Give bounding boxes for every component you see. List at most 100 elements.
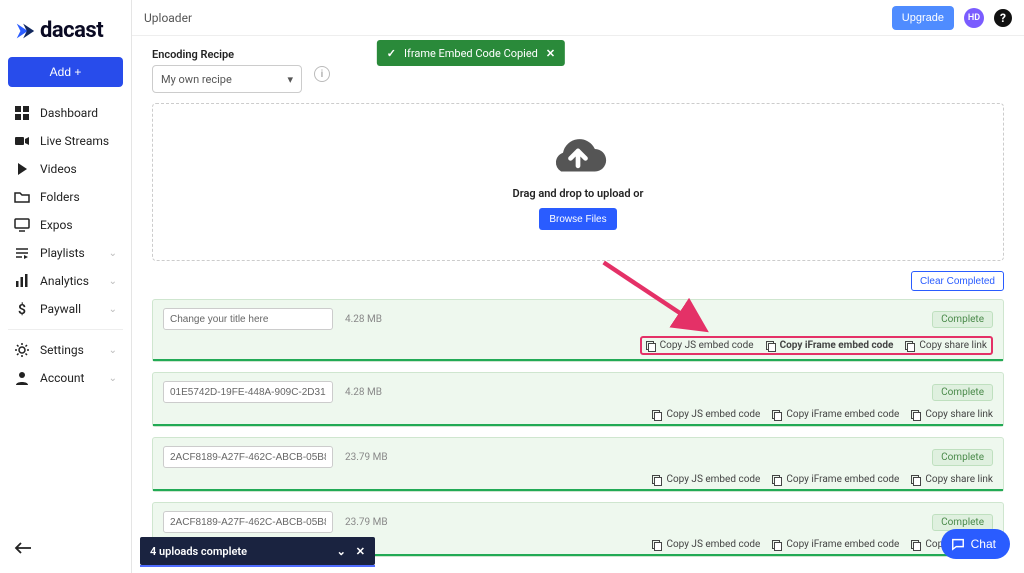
copy-js-embed-link[interactable]: Copy JS embed code [652, 409, 760, 420]
status-badge: Complete [932, 384, 993, 401]
progress-bar [153, 489, 1003, 491]
brand-name: dacast [40, 18, 103, 43]
close-icon[interactable]: ✕ [356, 545, 365, 558]
folder-icon [14, 189, 30, 205]
copy-icon [772, 475, 782, 485]
copy-js-embed-link[interactable]: Copy JS embed code [646, 340, 754, 351]
sidebar-item-label: Dashboard [40, 106, 98, 120]
caret-down-icon: ▾ [287, 73, 293, 86]
page-title: Uploader [144, 11, 192, 25]
sidebar-item-label: Expos [40, 218, 73, 232]
upload-filesize: 4.28 MB [345, 314, 382, 325]
sidebar-item-paywall[interactable]: $ Paywall ⌄ [8, 295, 123, 323]
copy-icon [772, 410, 782, 420]
upload-filesize: 23.79 MB [345, 452, 388, 463]
arrow-left-icon [14, 541, 32, 555]
upload-card: 4.28 MB Complete Copy JS embed code Copy… [152, 372, 1004, 427]
sidebar-item-folders[interactable]: Folders [8, 183, 123, 211]
card-top-row: 4.28 MB Complete [163, 381, 993, 403]
upgrade-button[interactable]: Upgrade [892, 6, 954, 30]
recipe-select[interactable]: My own recipe ▾ [152, 65, 302, 93]
recipe-field: Encoding Recipe My own recipe ▾ [152, 48, 302, 93]
chat-bubble-icon [951, 537, 965, 551]
sidebar-item-livestreams[interactable]: Live Streams [8, 127, 123, 155]
progress-bar [153, 424, 1003, 426]
upload-card: 4.28 MB Complete Copy JS embed code Copy… [152, 299, 1004, 362]
uploads-list: 4.28 MB Complete Copy JS embed code Copy… [152, 299, 1004, 557]
upload-title-input[interactable] [163, 381, 333, 403]
nav-main: Dashboard Live Streams Videos Folders Ex… [8, 99, 123, 323]
chevron-down-icon: ⌄ [109, 276, 117, 287]
recipe-value: My own recipe [161, 73, 232, 86]
status-badge: Complete [932, 514, 993, 531]
app-root: dacast Add + Dashboard Live Streams Vide… [0, 0, 1024, 573]
upload-card: 23.79 MB Complete Copy JS embed code Cop… [152, 437, 1004, 492]
chat-button[interactable]: Chat [941, 529, 1010, 559]
sidebar-item-label: Settings [40, 343, 84, 357]
sidebar-item-label: Videos [40, 162, 77, 176]
sidebar-item-expos[interactable]: Expos [8, 211, 123, 239]
browse-files-button[interactable]: Browse Files [539, 208, 616, 230]
copy-iframe-embed-link[interactable]: Copy iFrame embed code [772, 474, 899, 485]
topbar-right: Upgrade HD ? [892, 6, 1012, 30]
collapse-sidebar-button[interactable] [8, 533, 123, 563]
copy-share-link[interactable]: Copy share link [911, 409, 993, 420]
add-button[interactable]: Add + [8, 57, 123, 87]
toast-message: Iframe Embed Code Copied [404, 47, 538, 60]
copy-icon [652, 540, 662, 550]
upload-filesize: 4.28 MB [345, 387, 382, 398]
sidebar-item-label: Account [40, 371, 84, 385]
cloud-upload-icon [548, 134, 608, 179]
clear-completed-button[interactable]: Clear Completed [911, 271, 1004, 291]
play-icon [14, 161, 30, 177]
chat-label: Chat [971, 537, 996, 551]
annotation-highlight-box: Copy JS embed code Copy iFrame embed cod… [640, 336, 993, 355]
user-icon [14, 370, 30, 386]
check-icon: ✓ [387, 47, 396, 60]
copy-share-link[interactable]: Copy share link [911, 474, 993, 485]
sidebar-item-label: Analytics [40, 274, 89, 288]
content-area: ✓ Iframe Embed Code Copied ✕ Encoding Re… [132, 36, 1024, 573]
sidebar: dacast Add + Dashboard Live Streams Vide… [0, 0, 132, 573]
sidebar-item-dashboard[interactable]: Dashboard [8, 99, 123, 127]
copy-iframe-embed-link[interactable]: Copy iFrame embed code [766, 340, 894, 351]
main-column: Uploader Upgrade HD ? ✓ Iframe Embed Cod… [132, 0, 1024, 573]
help-icon[interactable]: ? [994, 9, 1012, 27]
toast-close-button[interactable]: ✕ [546, 47, 555, 60]
copy-iframe-embed-link[interactable]: Copy iFrame embed code [772, 409, 899, 420]
toast-notification: ✓ Iframe Embed Code Copied ✕ [377, 40, 565, 66]
avatar[interactable]: HD [964, 8, 984, 28]
sidebar-item-settings[interactable]: Settings ⌄ [8, 336, 123, 364]
sidebar-item-analytics[interactable]: Analytics ⌄ [8, 267, 123, 295]
copy-icon [652, 410, 662, 420]
copy-share-link[interactable]: Copy share link [905, 340, 987, 351]
sidebar-item-label: Folders [40, 190, 80, 204]
chevron-down-icon[interactable]: ⌄ [337, 545, 346, 558]
sidebar-item-label: Playlists [40, 246, 85, 260]
monitor-icon [14, 217, 30, 233]
chevron-down-icon: ⌄ [109, 248, 117, 259]
upload-title-input[interactable] [163, 446, 333, 468]
bars-icon [14, 273, 30, 289]
progress-bar [153, 359, 1003, 361]
copy-icon [772, 540, 782, 550]
recipe-label: Encoding Recipe [152, 48, 302, 61]
copy-icon [911, 410, 921, 420]
copy-iframe-embed-link[interactable]: Copy iFrame embed code [772, 539, 899, 550]
card-actions: Copy JS embed code Copy iFrame embed cod… [163, 409, 993, 420]
nav-divider [8, 329, 123, 330]
svg-text:$: $ [18, 301, 26, 317]
copy-js-embed-link[interactable]: Copy JS embed code [652, 539, 760, 550]
sidebar-item-videos[interactable]: Videos [8, 155, 123, 183]
sidebar-item-playlists[interactable]: Playlists ⌄ [8, 239, 123, 267]
upload-progress-toast: 4 uploads complete ⌄ ✕ [140, 537, 375, 565]
sidebar-item-account[interactable]: Account ⌄ [8, 364, 123, 392]
copy-js-embed-link[interactable]: Copy JS embed code [652, 474, 760, 485]
copy-icon [646, 341, 656, 351]
upload-title-input[interactable] [163, 308, 333, 330]
upload-title-input[interactable] [163, 511, 333, 533]
logo-chevron-icon [14, 20, 36, 42]
upload-dropzone[interactable]: Drag and drop to upload or Browse Files [152, 103, 1004, 261]
camera-icon [14, 133, 30, 149]
info-icon[interactable]: i [314, 66, 330, 82]
